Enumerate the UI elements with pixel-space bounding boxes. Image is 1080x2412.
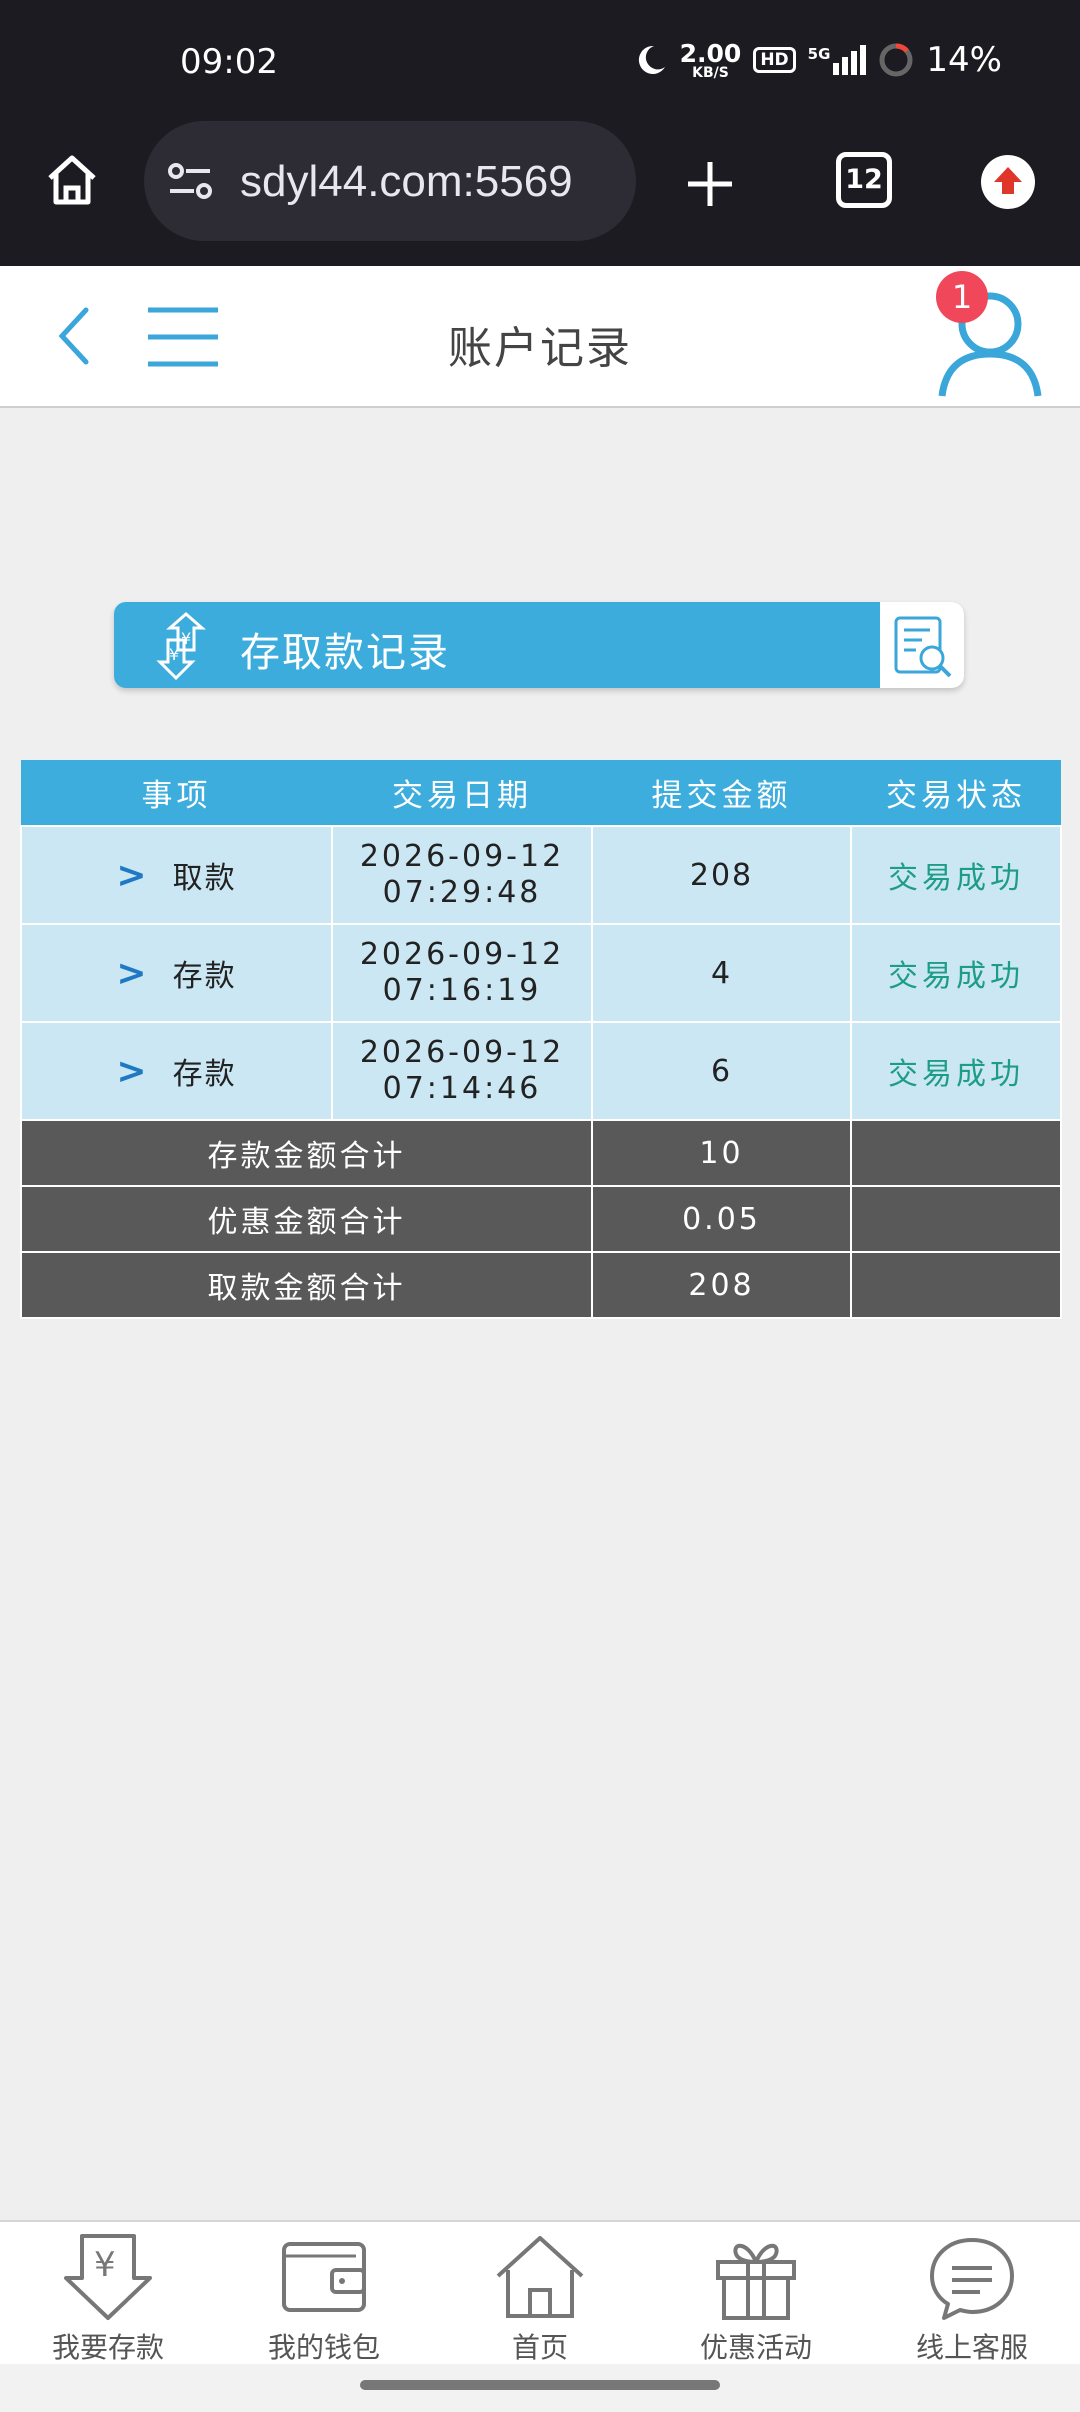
date-text: 2026-09-12 (359, 937, 565, 972)
date-text: 2026-09-12 (359, 839, 565, 874)
nav-support[interactable]: 线上客服 (864, 2232, 1080, 2366)
table-header-row: 事项 交易日期 提交金额 交易状态 (21, 760, 1061, 826)
nav-home[interactable]: 首页 (432, 2232, 648, 2366)
time-text: 07:16:19 (382, 973, 542, 1008)
url-text: sdyl44.com:5569 (240, 157, 573, 206)
status-icons: 2.00 KB/S HD 5G 14% (634, 40, 1002, 80)
tab-count: 12 (845, 164, 883, 195)
home-indicator[interactable] (360, 2380, 720, 2390)
update-icon[interactable] (980, 154, 1036, 210)
item-cell[interactable]: > 存款 (20, 923, 333, 1023)
nav-label: 我要存款 (51, 2331, 164, 2364)
amount-cell: 6 (591, 1021, 852, 1121)
status-cell: 交易成功 (850, 1021, 1062, 1121)
moon-icon (638, 45, 665, 74)
time-text: 07:14:46 (382, 1071, 542, 1106)
nav-promotions[interactable]: 优惠活动 (648, 2232, 864, 2366)
signal-label: 5G (807, 45, 831, 63)
nav-deposit[interactable]: ¥ 我要存款 (0, 2232, 216, 2366)
banner-title: 存取款记录 (240, 630, 450, 676)
date-cell: 2026-09-12 07:29:48 (331, 825, 593, 925)
nav-label: 优惠活动 (699, 2331, 812, 2364)
date-cell: 2026-09-12 07:16:19 (331, 923, 593, 1023)
date-cell: 2026-09-12 07:14:46 (331, 1021, 593, 1121)
signal-5g-icon: 5G (808, 45, 867, 75)
home-icon[interactable] (42, 150, 102, 210)
nav-label: 线上客服 (915, 2331, 1028, 2364)
notification-badge: 1 (936, 271, 988, 323)
date-text: 2026-09-12 (359, 1035, 565, 1070)
table-row[interactable]: > 取款 2026-09-12 07:29:48 208 交易成功 (20, 825, 1062, 925)
column-header: 事项 (21, 760, 332, 826)
browser-toolbar: sdyl44.com:5569 12 (0, 114, 1080, 266)
summary-row: 存款金额合计 10 (20, 1119, 1062, 1187)
item-cell[interactable]: > 取款 (20, 825, 333, 925)
summary-empty (850, 1251, 1062, 1319)
document-search-icon (894, 616, 952, 678)
new-tab-icon[interactable] (680, 154, 740, 214)
app-header: 账户记录 1 (0, 266, 1080, 408)
record-banner: ¥ ¥ 存取款记录 (114, 602, 964, 688)
summary-value: 10 (591, 1119, 852, 1187)
records-table: 事项 交易日期 提交金额 交易状态 > 取款 2026-09-12 07:29:4… (20, 760, 1062, 1319)
status-bar: 09:02 2.00 KB/S HD 5G 14% (0, 0, 1080, 114)
battery-ring-icon (879, 43, 913, 77)
nav-wallet[interactable]: 我的钱包 (216, 2232, 432, 2366)
page-title: 账户记录 (448, 323, 632, 374)
summary-value: 208 (591, 1251, 852, 1319)
summary-row: 取款金额合计 208 (20, 1251, 1062, 1319)
summary-label: 存款金额合计 (20, 1119, 593, 1187)
currency-exchange-icon: ¥ ¥ (156, 612, 206, 681)
item-label: 存款 (172, 1057, 237, 1092)
net-speed: 2.00 KB/S (680, 41, 742, 80)
svg-text:¥: ¥ (169, 645, 179, 664)
item-label: 存款 (172, 959, 237, 994)
summary-value: 0.05 (591, 1185, 852, 1253)
chevron-right-icon: > (116, 854, 149, 896)
site-settings-icon[interactable] (166, 157, 216, 207)
chevron-right-icon: > (116, 952, 149, 994)
gift-icon (716, 2243, 796, 2320)
svg-text:¥: ¥ (94, 2245, 116, 2285)
item-cell[interactable]: > 存款 (20, 1021, 333, 1121)
time-text: 07:29:48 (382, 875, 542, 910)
home-icon (496, 2236, 584, 2318)
chevron-right-icon: > (116, 1050, 149, 1092)
summary-label: 取款金额合计 (20, 1251, 593, 1319)
wallet-icon (282, 2242, 366, 2312)
net-speed-value: 2.00 (679, 38, 742, 68)
amount-cell: 208 (591, 825, 852, 925)
deposit-icon: ¥ (64, 2234, 152, 2320)
column-header: 提交金额 (592, 760, 851, 826)
hd-badge: HD (753, 47, 796, 73)
status-cell: 交易成功 (850, 923, 1062, 1023)
bottom-nav: ¥ 我要存款 我的钱包 首页 优惠活动 线上客服 (0, 2220, 1080, 2364)
net-speed-unit: KB/S (692, 64, 729, 81)
record-search-button[interactable] (880, 602, 964, 688)
item-label: 取款 (172, 861, 237, 896)
table-row[interactable]: > 存款 2026-09-12 07:16:19 4 交易成功 (20, 923, 1062, 1023)
column-header: 交易状态 (851, 760, 1061, 826)
support-chat-icon (930, 2238, 1014, 2320)
summary-label: 优惠金额合计 (20, 1185, 593, 1253)
summary-empty (850, 1119, 1062, 1187)
summary-row: 优惠金额合计 0.05 (20, 1185, 1062, 1253)
nav-label: 我的钱包 (267, 2331, 380, 2364)
address-bar[interactable]: sdyl44.com:5569 (144, 121, 636, 241)
battery-percent: 14% (926, 40, 1002, 80)
tab-switcher-button[interactable]: 12 (836, 152, 892, 208)
summary-empty (850, 1185, 1062, 1253)
status-time: 09:02 (180, 42, 278, 82)
table-row[interactable]: > 存款 2026-09-12 07:14:46 6 交易成功 (20, 1021, 1062, 1121)
status-cell: 交易成功 (850, 825, 1062, 925)
column-header: 交易日期 (332, 760, 592, 826)
amount-cell: 4 (591, 923, 852, 1023)
nav-label: 首页 (511, 2331, 568, 2364)
